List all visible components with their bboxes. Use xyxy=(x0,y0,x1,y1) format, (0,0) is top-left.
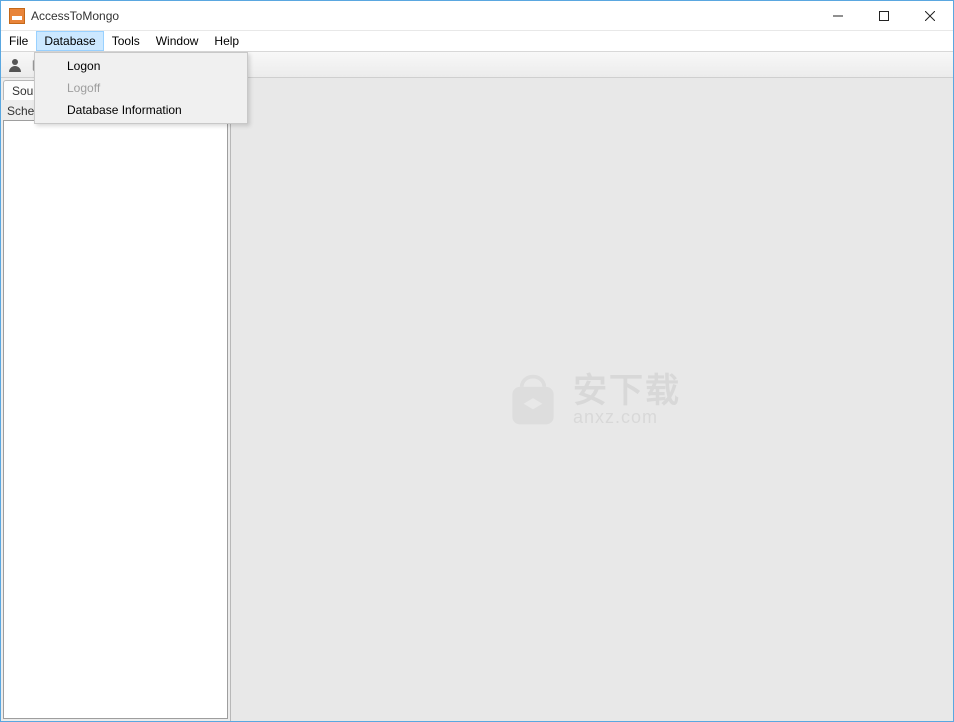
menu-file[interactable]: File xyxy=(1,31,36,51)
close-icon xyxy=(925,11,935,21)
menu-item-database-information[interactable]: Database Information xyxy=(37,99,245,121)
app-icon xyxy=(9,8,25,24)
database-dropdown: Logon Logoff Database Information xyxy=(34,52,248,124)
app-window: AccessToMongo File Database Tools Window… xyxy=(0,0,954,722)
menu-help[interactable]: Help xyxy=(206,31,247,51)
menu-window[interactable]: Window xyxy=(148,31,207,51)
menu-database[interactable]: Database xyxy=(36,31,103,51)
watermark-cn: 安下载 xyxy=(573,374,681,408)
sidebar-panel: Schema xyxy=(1,100,230,721)
maximize-button[interactable] xyxy=(861,1,907,31)
minimize-icon xyxy=(833,11,843,21)
menu-item-logoff: Logoff xyxy=(37,77,245,99)
minimize-button[interactable] xyxy=(815,1,861,31)
toolbar-user-button[interactable] xyxy=(5,55,25,75)
menu-item-logon[interactable]: Logon xyxy=(37,55,245,77)
titlebar: AccessToMongo xyxy=(1,1,953,31)
menu-tools[interactable]: Tools xyxy=(104,31,148,51)
sidebar: Source Schema xyxy=(1,78,231,721)
main-area: 安下载 anxz.com xyxy=(231,78,953,721)
client-area: Source Schema 安下载 anxz.com xyxy=(1,78,953,721)
bag-icon xyxy=(503,370,563,430)
close-button[interactable] xyxy=(907,1,953,31)
watermark-en: anxz.com xyxy=(573,408,681,426)
user-icon xyxy=(7,57,23,73)
window-title: AccessToMongo xyxy=(31,9,119,23)
menubar: File Database Tools Window Help Logon Lo… xyxy=(1,31,953,52)
maximize-icon xyxy=(879,11,889,21)
schema-tree[interactable] xyxy=(3,120,228,719)
watermark: 安下载 anxz.com xyxy=(503,370,681,430)
